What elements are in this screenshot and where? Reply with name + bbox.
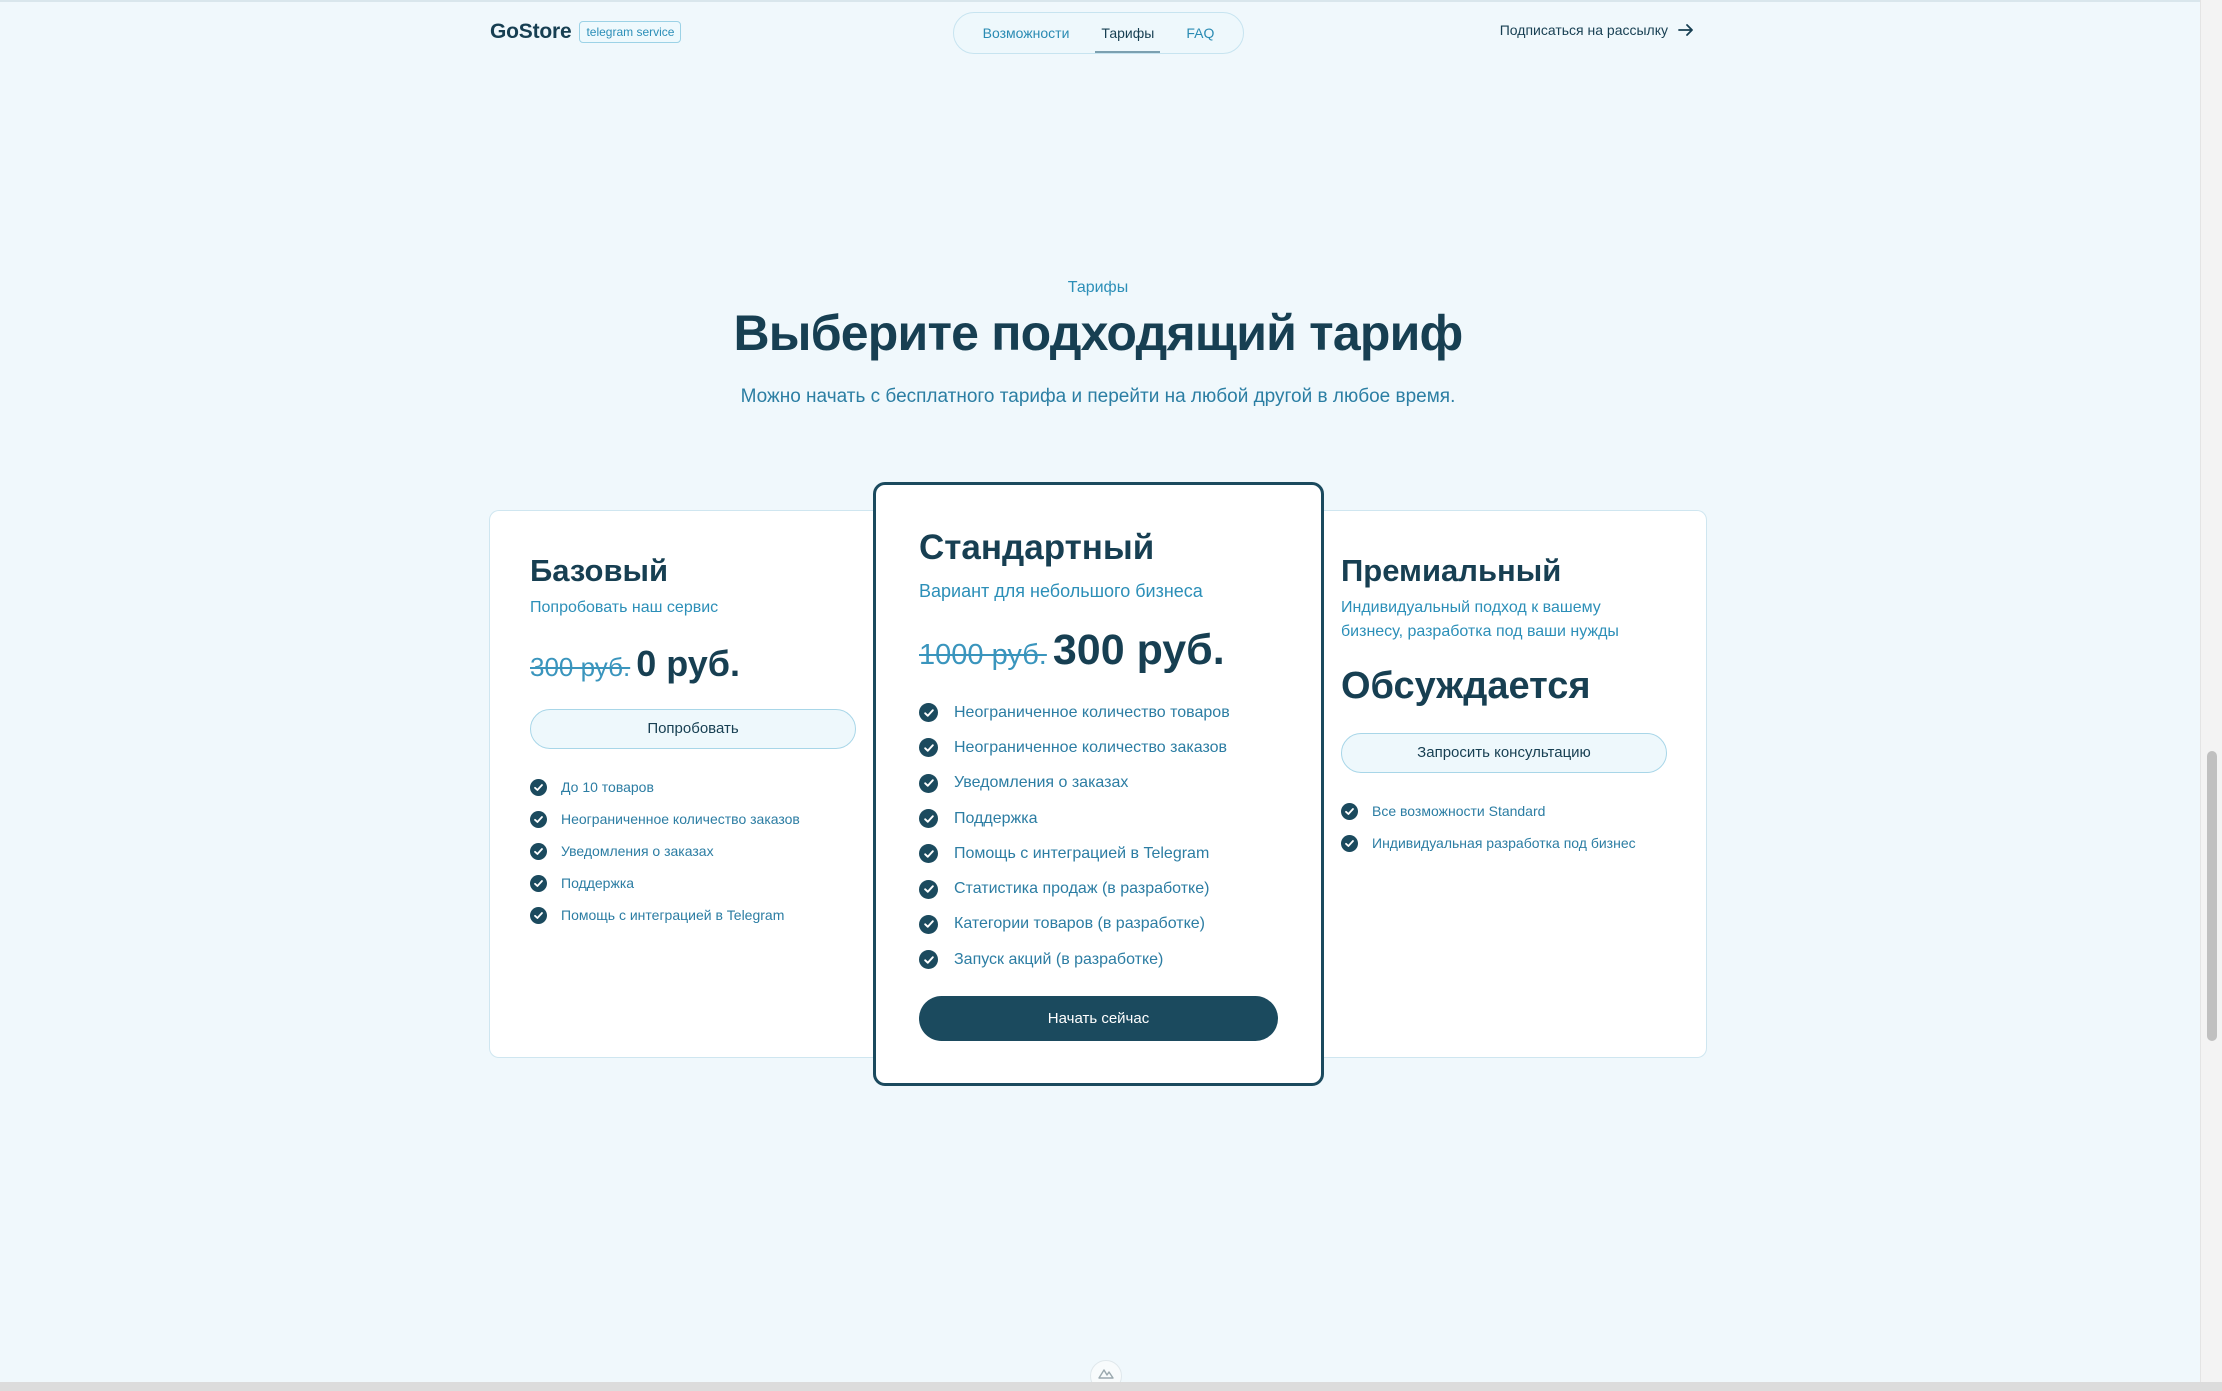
check-icon [919, 809, 938, 829]
window-bottom-border [0, 1382, 2222, 1391]
main-nav: Возможности Тарифы FAQ [953, 12, 1244, 54]
try-button[interactable]: Попробовать [530, 709, 856, 749]
plan-description: Индивидуальный подход к вашему бизнесу, … [1341, 599, 1619, 640]
check-icon [530, 842, 547, 860]
plan-card-premium: Премиальный Индивидуальный подход к ваше… [1310, 510, 1707, 1058]
nav-item-pricing[interactable]: Тарифы [1085, 13, 1170, 53]
list-item: Запуск акций (в разработке) [919, 942, 1230, 977]
plan-name: Базовый [530, 553, 669, 588]
check-icon [919, 773, 938, 793]
list-item: Поддержка [919, 801, 1230, 836]
check-icon [530, 810, 547, 828]
feature-label: Уведомления о заказах [561, 843, 714, 859]
plan-price: 1000 руб. 300 руб. [919, 626, 1225, 675]
check-icon [919, 879, 938, 899]
list-item: Поддержка [530, 867, 800, 899]
plan-description: Вариант для небольшого бизнеса [919, 581, 1203, 601]
feature-label: Статистика продаж (в разработке) [954, 880, 1210, 898]
check-icon [919, 914, 938, 934]
list-item: Все возможности Standard [1341, 795, 1636, 827]
current-price: 300 руб. [1052, 626, 1225, 674]
site-header: GoStore telegram service Возможности Тар… [490, 12, 1694, 54]
logo[interactable]: GoStore telegram service [490, 20, 682, 44]
feature-list: До 10 товаров Неограниченное количество … [530, 771, 800, 931]
check-icon [919, 844, 938, 864]
arrow-right-icon [1678, 23, 1694, 37]
feature-label: Уведомления о заказах [954, 774, 1129, 792]
plan-card-standard: Стандартный Вариант для небольшого бизне… [873, 482, 1324, 1086]
feature-label: Поддержка [561, 875, 635, 891]
list-item: Неограниченное количество товаров [919, 695, 1230, 730]
feature-label: Помощь с интеграцией в Telegram [561, 907, 785, 923]
check-icon [919, 738, 938, 758]
subscribe-link[interactable]: Подписаться на рассылку [1500, 22, 1694, 38]
request-consultation-button[interactable]: Запросить консультацию [1341, 733, 1667, 773]
feature-label: Неограниченное количество товаров [954, 703, 1230, 721]
check-icon [919, 703, 938, 723]
list-item: Неограниченное количество заказов [919, 730, 1230, 765]
plan-price: 300 руб. 0 руб. [530, 643, 740, 685]
page-subtitle: Можно начать с бесплатного тарифа и пере… [740, 386, 1456, 407]
logo-badge: telegram service [579, 21, 682, 43]
list-item: Индивидуальная разработка под бизнес [1341, 827, 1636, 859]
list-item: До 10 товаров [530, 771, 800, 803]
list-item: Помощь с интеграцией в Telegram [530, 899, 800, 931]
plan-description: Попробовать наш сервис [530, 599, 719, 616]
feature-label: Помощь с интеграцией в Telegram [954, 844, 1210, 862]
subscribe-label: Подписаться на рассылку [1499, 22, 1668, 38]
section-eyebrow: Тарифы [1067, 279, 1129, 296]
feature-list: Все возможности Standard Индивидуальная … [1341, 795, 1636, 859]
feature-list: Неограниченное количество товаров Неогра… [919, 695, 1230, 977]
plan-name: Стандартный [919, 528, 1155, 567]
logo-text: GoStore [490, 20, 572, 43]
feature-label: Неограниченное количество заказов [954, 738, 1227, 756]
feature-label: Неограниченное количество заказов [561, 811, 800, 827]
list-item: Статистика продаж (в разработке) [919, 871, 1230, 906]
plan-name: Премиальный [1341, 553, 1562, 588]
list-item: Категории товаров (в разработке) [919, 907, 1230, 942]
list-item: Неограниченное количество заказов [530, 803, 800, 835]
page-title: Выберите подходящий тариф [733, 305, 1463, 361]
start-now-button[interactable]: Начать сейчас [919, 996, 1278, 1041]
feature-label: Все возможности Standard [1372, 803, 1546, 819]
list-item: Помощь с интеграцией в Telegram [919, 836, 1230, 871]
current-price: Обсуждается [1341, 665, 1591, 707]
feature-label: Индивидуальная разработка под бизнес [1372, 835, 1636, 851]
list-item: Уведомления о заказах [530, 835, 800, 867]
check-icon [530, 778, 547, 796]
nav-item-faq[interactable]: FAQ [1170, 13, 1230, 53]
list-item: Уведомления о заказах [919, 766, 1230, 801]
scrollbar-thumb[interactable] [2207, 751, 2217, 1041]
old-price: 1000 руб. [919, 639, 1047, 671]
feature-label: Запуск акций (в разработке) [954, 950, 1164, 968]
check-icon [919, 950, 938, 970]
old-price: 300 руб. [530, 652, 631, 682]
nav-item-features[interactable]: Возможности [967, 13, 1086, 53]
scrollbar-track[interactable] [2200, 0, 2222, 1382]
current-price: 0 руб. [636, 643, 740, 684]
window-top-border [0, 0, 2222, 2]
feature-label: Категории товаров (в разработке) [954, 915, 1205, 933]
feature-label: До 10 товаров [561, 779, 654, 795]
plan-card-basic: Базовый Попробовать наш сервис 300 руб. … [489, 510, 889, 1058]
check-icon [1341, 834, 1358, 852]
check-icon [1341, 802, 1358, 820]
feature-label: Поддержка [954, 809, 1038, 827]
check-icon [530, 906, 547, 924]
check-icon [530, 874, 547, 892]
